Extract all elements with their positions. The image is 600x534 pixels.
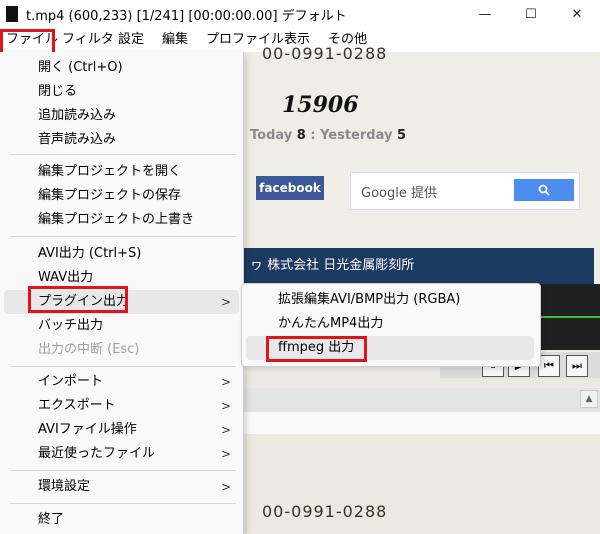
window-title: t.mp4 (600,233) [1/241] [00:00:00.00] デフ… [26,9,347,24]
go-to-end-button[interactable]: ⏭ [566,355,588,377]
menu-separator [10,154,236,155]
chevron-right-icon: > [220,447,231,461]
chevron-right-icon: > [220,295,231,309]
chevron-right-icon: > [220,423,231,437]
maximize-button[interactable]: ☐ [508,0,554,28]
google-label: Google 提供 [361,186,437,201]
google-search-box: Google 提供 [350,172,580,210]
facebook-button: facebook [256,176,324,200]
menu-item-save-project[interactable]: 編集プロジェクトの保存 [4,184,239,208]
menu-edit[interactable]: 編集 [160,30,190,50]
menu-item-load-audio[interactable]: 音声読み込み [4,128,239,152]
menu-separator [10,236,236,237]
menu-item-open[interactable]: 開く (Ctrl+O) [4,56,239,80]
timeline-marker-line [536,316,600,318]
menu-item-label: インポート [38,374,104,389]
phone-number-text: 00-0991-0288 [262,44,388,63]
menu-item-label: 最近使ったファイル [38,446,156,461]
menu-item-label: 環境設定 [38,479,91,494]
menu-item-overwrite-project[interactable]: 編集プロジェクトの上書き [4,208,239,232]
menu-item-avi-output[interactable]: AVI出力 (Ctrl+S) [4,242,239,266]
menu-separator [10,503,236,504]
menu-separator [10,366,236,367]
title-bar: t.mp4 (600,233) [1/241] [00:00:00.00] デフ… [0,0,600,28]
submenu-item-extended-avi-bmp[interactable]: 拡張編集AVI/BMP出力 (RGBA) [246,288,534,312]
menu-item-recent-files[interactable]: 最近使ったファイル > [4,442,239,466]
scroll-up-button[interactable]: ▲ [580,390,598,408]
menu-item-import[interactable]: インポート > [4,370,239,394]
menu-filter[interactable]: フィルタ [60,30,116,50]
company-banner: ヮ 株式会社 日光金属彫刻所 [244,248,594,284]
menu-item-close[interactable]: 閉じる [4,80,239,104]
search-button [514,179,574,201]
timeline-panel [536,284,600,350]
search-icon [538,184,550,196]
menu-item-label: エクスポート [38,398,116,413]
menu-item-label: AVIファイル操作 [38,422,137,437]
chevron-right-icon: > [220,399,231,413]
menu-item-exit[interactable]: 終了 [4,508,239,532]
close-button[interactable]: ✕ [554,0,600,28]
ffmpeg-output-highlight-box [266,336,367,362]
menu-item-preferences[interactable]: 環境設定 > [4,475,239,499]
chevron-right-icon: > [220,480,231,494]
minimize-button[interactable]: — [462,0,508,28]
today-yesterday-text: Today 8 : Yesterday 5 [250,128,407,143]
menu-item-append[interactable]: 追加読み込み [4,104,239,128]
phone-number-bottom-text: 00-0991-0288 [262,502,388,521]
menu-item-open-project[interactable]: 編集プロジェクトを開く [4,160,239,184]
menu-separator [10,470,236,471]
menu-item-batch-output[interactable]: バッチ出力 [4,314,239,338]
lower-panel [244,412,600,434]
film-app-icon [6,6,18,22]
submenu-item-easy-mp4[interactable]: かんたんMP4出力 [246,312,534,336]
menu-item-abort-output: 出力の中断 (Esc) [38,342,140,357]
menu-item-export[interactable]: エクスポート > [4,394,239,418]
visitor-counter: 15906 [282,92,359,118]
menu-item-avi-file-ops[interactable]: AVIファイル操作 > [4,418,239,442]
plugin-output-highlight-box [28,286,128,313]
menu-settings[interactable]: 設定 [116,30,146,50]
go-to-start-button[interactable]: ⏮ [538,355,560,377]
chevron-right-icon: > [220,375,231,389]
